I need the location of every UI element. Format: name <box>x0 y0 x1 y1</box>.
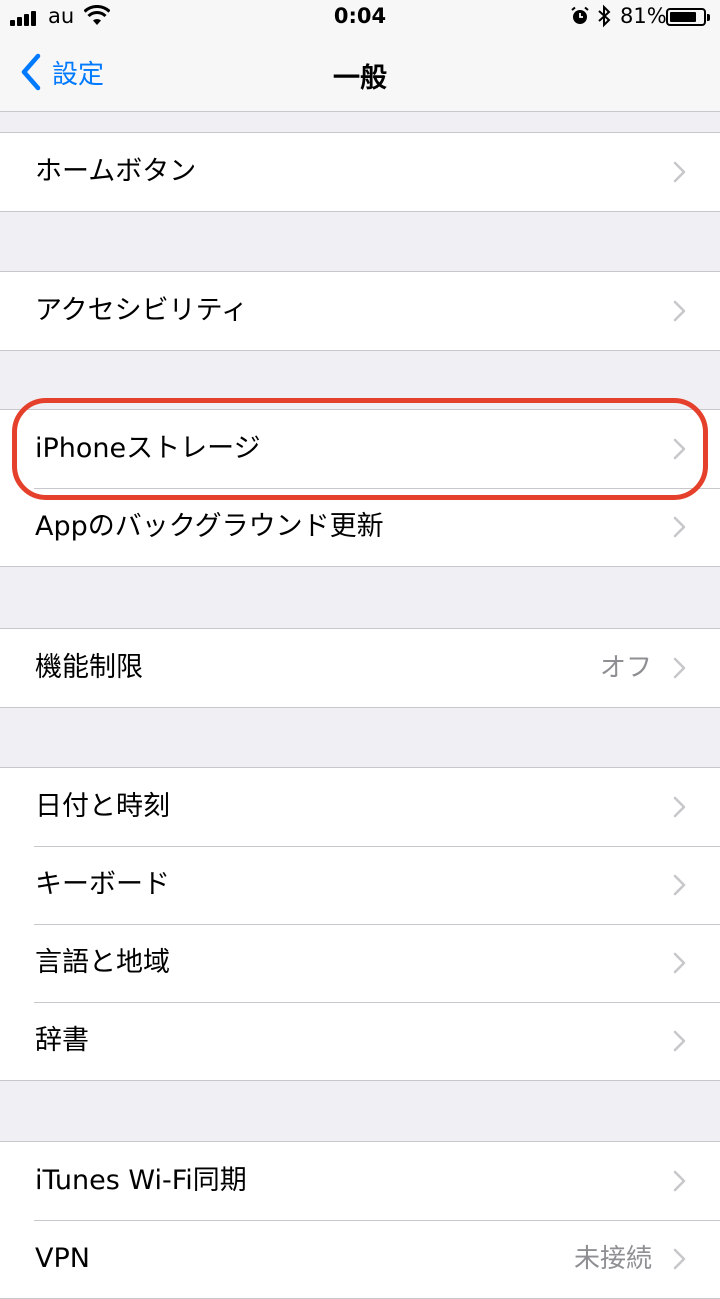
settings-group: 日付と時刻キーボード言語と地域辞書 <box>0 767 720 1081</box>
row-label: VPN <box>35 1243 90 1274</box>
status-time: 0:04 <box>333 4 387 28</box>
chevron-right-icon <box>673 516 686 538</box>
settings-group: 機能制限 オフ <box>0 628 720 708</box>
settings-row[interactable]: 言語と地域 <box>0 924 720 1002</box>
chevron-right-icon <box>673 874 686 896</box>
row-value: 未接続 <box>573 1244 652 1274</box>
alarm-icon <box>571 6 589 24</box>
bluetooth-icon <box>598 4 611 28</box>
row-label: 辞書 <box>35 1025 89 1056</box>
row-label: アクセシビリティ <box>35 295 249 326</box>
settings-row[interactable]: 機能制限 オフ <box>0 629 720 707</box>
settings-group: ホームボタン <box>0 132 720 212</box>
settings-row-itunes-wi-fi[interactable]: iTunes Wi-Fi同期 <box>0 1142 720 1220</box>
row-value: オフ <box>599 653 652 683</box>
chevron-right-icon <box>673 1170 686 1192</box>
chevron-right-icon <box>673 952 686 974</box>
settings-row[interactable]: アクセシビリティ <box>0 272 720 350</box>
chevron-right-icon <box>673 796 686 818</box>
row-label: iTunes Wi-Fi同期 <box>35 1165 247 1196</box>
highlight-annotation <box>12 398 708 500</box>
settings-group: アクセシビリティ <box>0 271 720 351</box>
chevron-right-icon <box>673 161 686 183</box>
row-label: 日付と時刻 <box>35 791 170 822</box>
status-bar: au 0:04 81% <box>0 0 720 36</box>
chevron-right-icon <box>673 1248 686 1270</box>
navigation-bar: au 0:04 81% 設定 一般 <box>0 0 720 112</box>
settings-group: iTunes Wi-Fi同期 VPN 未接続 <box>0 1141 720 1299</box>
row-label: 言語と地域 <box>35 947 170 978</box>
settings-row-vpn[interactable]: VPN 未接続 <box>0 1220 720 1298</box>
settings-row[interactable]: キーボード <box>0 846 720 924</box>
row-label: キーボード <box>35 869 170 900</box>
battery-icon <box>666 8 710 26</box>
settings-row[interactable]: ホームボタン <box>0 133 720 211</box>
row-label: 機能制限 <box>35 652 143 683</box>
settings-row[interactable]: 日付と時刻 <box>0 768 720 846</box>
chevron-right-icon <box>673 1030 686 1052</box>
row-label: ホームボタン <box>35 156 197 187</box>
chevron-right-icon <box>673 657 686 679</box>
page-title: 一般 <box>333 63 387 94</box>
battery-percentage: 81% <box>620 4 667 28</box>
chevron-right-icon <box>673 300 686 322</box>
settings-row[interactable]: 辞書 <box>0 1002 720 1080</box>
